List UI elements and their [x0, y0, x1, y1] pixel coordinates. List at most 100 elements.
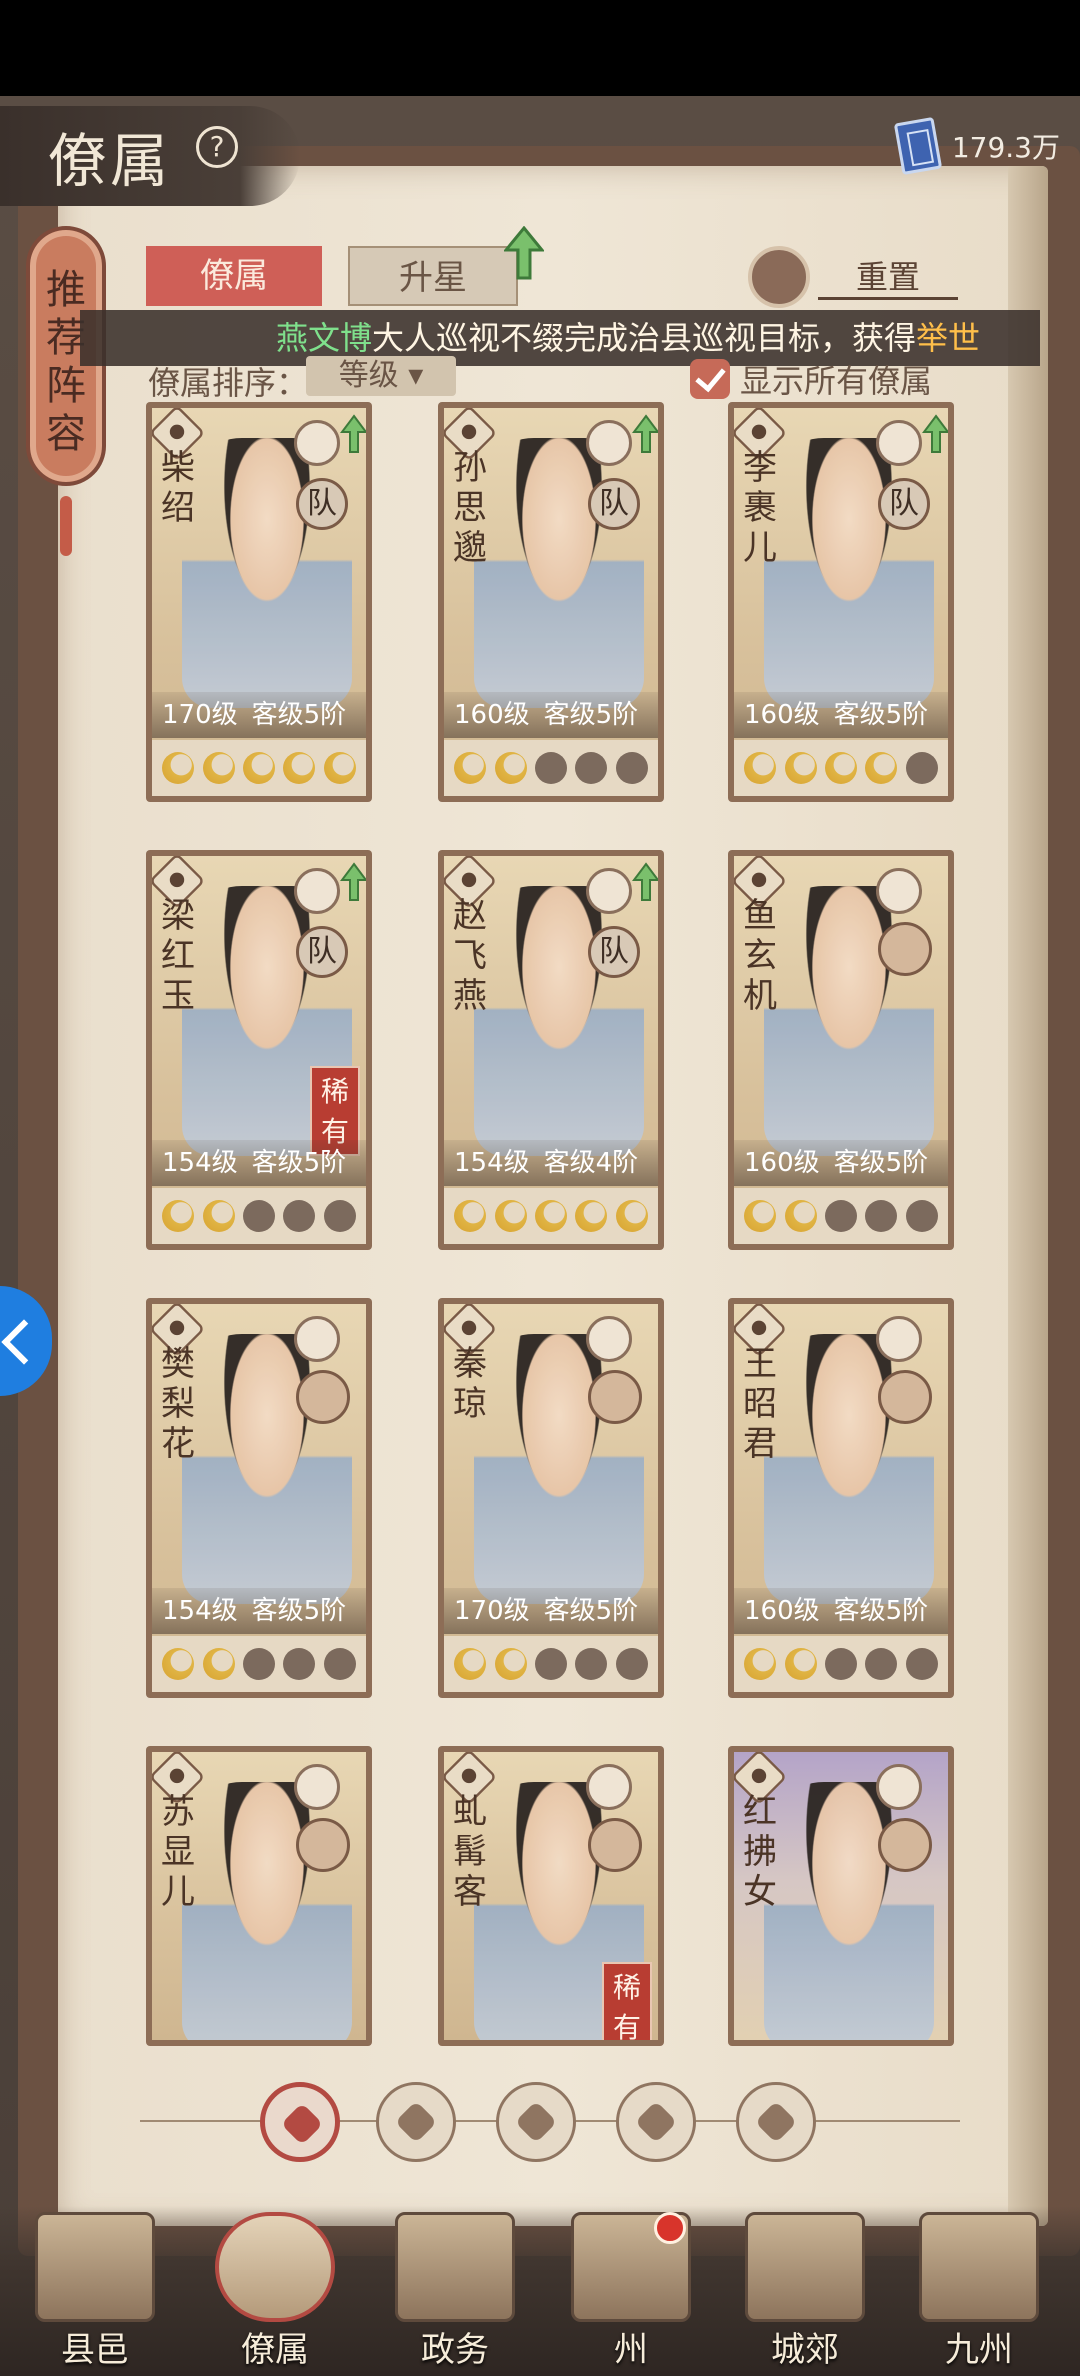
nav-label: 县邑: [61, 2330, 129, 2370]
reset-icon[interactable]: [748, 246, 810, 308]
notification-dot: [654, 2212, 686, 2244]
star-row: [734, 1636, 948, 1692]
subordinates-icon: [215, 2212, 335, 2322]
subordinate-card[interactable]: 鱼玄机 160级 客级5阶: [728, 850, 954, 1250]
subordinate-name: 王昭君: [743, 1344, 777, 1464]
recommended-lineup-banner[interactable]: 推荐阵容: [26, 206, 106, 556]
star-icon: [202, 1200, 235, 1232]
card-inner: 队 李裹儿 160级 客级5阶: [734, 408, 948, 796]
subordinate-card[interactable]: 队 赵飞燕 154级 客级4阶: [438, 850, 664, 1250]
subordinate-card[interactable]: 队 孙思邈 160级 客级5阶: [438, 402, 664, 802]
help-icon[interactable]: ?: [196, 126, 238, 168]
nav-label: 政务: [421, 2330, 489, 2370]
card-stats: 160级 客级5阶: [734, 1588, 948, 1634]
star-icon: [744, 1648, 777, 1680]
subordinate-card[interactable]: 队梁红玉 稀有 154级 客级5阶: [146, 850, 372, 1250]
companion-avatar: [588, 1818, 642, 1872]
skill-icon: [586, 420, 632, 466]
status-bar: [0, 0, 1080, 96]
rank: 客级5阶: [833, 1596, 929, 1626]
card-inner: 队 赵飞燕 154级 客级4阶: [444, 856, 658, 1244]
team-badge: 队: [296, 478, 348, 530]
subordinate-name: 秦琼: [453, 1344, 487, 1424]
card-inner: 红拂女: [734, 1752, 948, 2040]
attribute-filter-3-icon[interactable]: [616, 2082, 696, 2162]
subordinate-card[interactable]: 秦琼 170级 客级5阶: [438, 1298, 664, 1698]
currency-value: 179.3万: [951, 131, 1060, 164]
star-icon: [615, 1648, 648, 1680]
sort-value: 等级: [338, 358, 399, 393]
show-all-toggle[interactable]: 显示所有僚属: [690, 356, 932, 402]
skill-icon: [876, 1316, 922, 1362]
card-inner: 樊梨花 154级 客级5阶: [152, 1304, 366, 1692]
star-icon: [494, 1648, 527, 1680]
card-inner: 虬髯客稀有: [444, 1752, 658, 2040]
subordinate-card[interactable]: 红拂女: [728, 1746, 954, 2046]
nav-suburbs[interactable]: 城郊: [730, 2212, 880, 2372]
skill-icon: [876, 420, 922, 466]
star-icon: [615, 1200, 648, 1232]
level: 170级: [454, 1596, 530, 1626]
attribute-filter-1-icon[interactable]: [376, 2082, 456, 2162]
subordinate-name: 樊梨花: [161, 1344, 195, 1464]
rare-tag: 稀有: [602, 1962, 652, 2040]
team-badge: 队: [588, 926, 640, 978]
level: 160级: [744, 1148, 820, 1178]
star-icon: [865, 1200, 898, 1232]
tab-upstar[interactable]: 升星: [348, 246, 518, 306]
subordinate-card[interactable]: 苏显儿: [146, 1746, 372, 2046]
level: 170级: [162, 700, 238, 730]
subordinate-card[interactable]: 樊梨花 154级 客级5阶: [146, 1298, 372, 1698]
star-icon: [242, 1200, 275, 1232]
skill-icon: [586, 868, 632, 914]
star-row: [152, 740, 366, 796]
tab-subordinates[interactable]: 僚属: [146, 246, 322, 306]
team-badge: 队: [296, 926, 348, 978]
star-row: [444, 1188, 658, 1244]
sort-select[interactable]: 等级 ▾: [306, 356, 456, 396]
card-stats: 154级 客级5阶: [152, 1588, 366, 1634]
nav-nine-states[interactable]: 九州: [904, 2212, 1054, 2372]
reset-button[interactable]: 重置: [818, 252, 958, 300]
nav-affairs[interactable]: 政务: [380, 2212, 530, 2372]
subordinate-name: 虬髯客: [453, 1792, 487, 1912]
star-row: [152, 1636, 366, 1692]
subordinate-card[interactable]: 虬髯客稀有: [438, 1746, 664, 2046]
attribute-filter-4-icon[interactable]: [736, 2082, 816, 2162]
card-stats: 160级 客级5阶: [734, 1140, 948, 1186]
filter-row: [140, 2076, 960, 2166]
checkbox-icon[interactable]: [690, 359, 730, 399]
subordinate-card[interactable]: 王昭君 160级 客级5阶: [728, 1298, 954, 1698]
star-icon: [784, 1200, 817, 1232]
card-stats: 154级 客级5阶: [152, 1140, 366, 1186]
all-filter-icon[interactable]: [260, 2082, 340, 2162]
rank: 客级5阶: [543, 700, 639, 730]
star-icon: [784, 752, 817, 784]
star-icon: [824, 1200, 857, 1232]
star-icon: [744, 1200, 777, 1232]
level: 160级: [454, 700, 530, 730]
subordinate-card[interactable]: 队 柴绍 170级 客级5阶: [146, 402, 372, 802]
card-inner: 秦琼 170级 客级5阶: [444, 1304, 658, 1692]
nav-label: 城郊: [771, 2330, 839, 2370]
star-icon: [242, 1648, 275, 1680]
banner-tassel: [60, 496, 72, 556]
attribute-filter-2-icon[interactable]: [496, 2082, 576, 2162]
subordinate-card[interactable]: 队 李裹儿 160级 客级5阶: [728, 402, 954, 802]
star-icon: [575, 1200, 608, 1232]
star-icon: [865, 1648, 898, 1680]
team-badge: 队: [878, 478, 930, 530]
page-title: 僚属: [48, 127, 173, 195]
up-arrow-icon: [922, 414, 948, 453]
companion-avatar: [878, 1818, 932, 1872]
star-icon: [454, 1648, 487, 1680]
skill-icon: [876, 868, 922, 914]
sort-label: 僚属排序：: [148, 364, 309, 402]
nav-county[interactable]: 县邑: [20, 2212, 170, 2372]
rank: 客级4阶: [543, 1148, 639, 1178]
nav-state[interactable]: 州: [556, 2212, 706, 2372]
up-arrow-icon: [340, 414, 366, 453]
nav-subordinates[interactable]: 僚属: [200, 2212, 350, 2372]
companion-avatar: [296, 1370, 350, 1424]
star-row: [152, 1188, 366, 1244]
